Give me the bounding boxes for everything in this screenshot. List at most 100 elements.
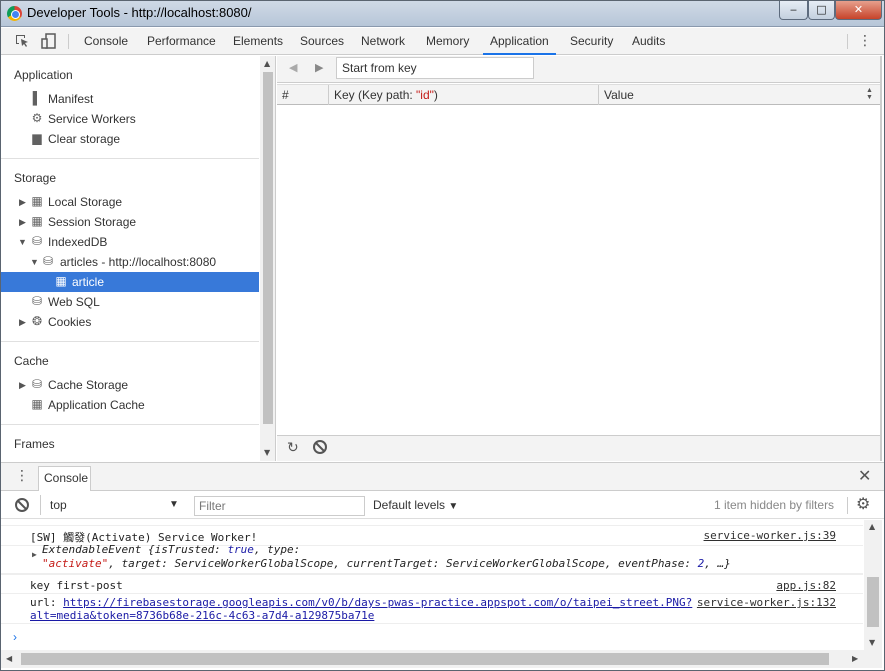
console-filter-input[interactable] bbox=[194, 496, 365, 516]
sidebar-item-application-cache[interactable]: ▦ Application Cache bbox=[1, 395, 259, 415]
sidebar-item-clear-storage[interactable]: ▆ Clear storage bbox=[1, 129, 259, 149]
sidebar-item-local-storage[interactable]: ▶ ▦ Local Storage bbox=[1, 192, 259, 212]
sidebar-item-label: Local Storage bbox=[48, 195, 123, 209]
device-toolbar-icon[interactable] bbox=[41, 33, 57, 49]
minimize-button[interactable]: ‒ bbox=[779, 1, 808, 20]
sidebar-scroll-thumb[interactable] bbox=[263, 72, 273, 424]
column-header-key[interactable]: Key (Key path: "id") bbox=[329, 85, 599, 105]
scroll-right-arrow-icon[interactable]: ▶ bbox=[852, 654, 858, 663]
sidebar-item-service-workers[interactable]: ⚙ Service Workers bbox=[1, 109, 259, 129]
sidebar-item-label: Manifest bbox=[48, 92, 94, 106]
table-header: # Key (Key path: "id") Value ▲ ▼ bbox=[277, 84, 880, 105]
tab-security[interactable]: Security bbox=[570, 28, 613, 55]
event-object-text: , …} bbox=[704, 557, 731, 570]
log-levels-dropdown[interactable]: Default levels ▼ bbox=[373, 495, 458, 517]
grid-icon: ▦ bbox=[31, 194, 43, 208]
message-source-link[interactable]: app.js:82 bbox=[776, 579, 836, 592]
key-column-label: Key (Key path: bbox=[334, 88, 417, 102]
maximize-button[interactable]: □ bbox=[808, 1, 835, 20]
scroll-down-arrow-icon[interactable]: ▼ bbox=[264, 448, 270, 457]
console-settings-gear-icon[interactable]: ⚙ bbox=[856, 496, 870, 514]
console-prompt-icon[interactable]: › bbox=[13, 630, 17, 644]
dropdown-arrow-icon[interactable]: ▼ bbox=[169, 495, 179, 515]
tab-audits[interactable]: Audits bbox=[632, 28, 665, 55]
section-divider bbox=[1, 341, 259, 342]
sidebar-item-indexeddb[interactable]: ▼ ⛁ IndexedDB bbox=[1, 232, 259, 252]
devtools-toolbar: Console Performance Elements Sources Net… bbox=[1, 28, 884, 55]
log-levels-label: Default levels bbox=[373, 498, 446, 512]
sidebar-item-label: Web SQL bbox=[48, 295, 100, 309]
sidebar-item-articles-db[interactable]: ▼ ⛁ articles - http://localhost:8080 bbox=[1, 252, 259, 272]
tab-sources[interactable]: Sources bbox=[300, 28, 344, 55]
tab-memory[interactable]: Memory bbox=[426, 28, 469, 55]
sidebar-item-label: article bbox=[72, 275, 105, 289]
sidebar-item-article[interactable]: ▦ article bbox=[1, 272, 259, 292]
column-header-value[interactable]: Value bbox=[599, 85, 869, 105]
section-divider bbox=[1, 158, 259, 159]
sidebar-item-manifest[interactable]: ▌ Manifest bbox=[1, 89, 259, 109]
database-icon: ⛁ bbox=[31, 377, 43, 391]
tab-elements[interactable]: Elements bbox=[233, 28, 283, 55]
message-text: key first-post bbox=[30, 579, 123, 592]
devtools-window: Developer Tools - http://localhost:8080/… bbox=[0, 0, 885, 671]
scroll-down-arrow-icon[interactable]: ▼ bbox=[869, 638, 875, 647]
expand-arrow-icon[interactable]: ▶ bbox=[19, 312, 26, 332]
scroll-up-arrow-icon[interactable]: ▲ bbox=[869, 522, 875, 531]
drawer-menu-icon[interactable]: ⋮ bbox=[15, 468, 29, 484]
console-toolbar: top ▼ Default levels ▼ 1 item hidden by … bbox=[1, 492, 884, 519]
event-object-text: , target: ServiceWorkerGlobalScope, curr… bbox=[108, 557, 698, 570]
close-window-button[interactable]: ✕ bbox=[835, 1, 882, 20]
tab-application[interactable]: Application bbox=[483, 28, 556, 55]
column-header-number[interactable]: # bbox=[277, 85, 329, 105]
sort-arrows-icon[interactable]: ▲ ▼ bbox=[866, 87, 873, 101]
tab-drawer-console[interactable]: Console bbox=[38, 466, 91, 491]
tab-console[interactable]: Console bbox=[84, 28, 128, 55]
database-icon: ⛁ bbox=[42, 254, 54, 268]
expand-arrow-icon[interactable]: ▶ bbox=[19, 212, 26, 232]
close-drawer-icon[interactable]: ✕ bbox=[858, 468, 871, 484]
sidebar-item-web-sql[interactable]: ⛁ Web SQL bbox=[1, 292, 259, 312]
drawer-tab-bar: ⋮ Console ✕ bbox=[1, 463, 884, 491]
tab-network[interactable]: Network bbox=[361, 28, 405, 55]
inspect-element-icon[interactable] bbox=[14, 33, 30, 49]
hidden-items-info: 1 item hidden by filters bbox=[714, 498, 835, 512]
message-url-link[interactable]: alt=media&token=8736b68e-216c-4c63-a7d4-… bbox=[30, 609, 374, 622]
sidebar-item-label: Service Workers bbox=[48, 112, 136, 126]
next-page-icon[interactable]: ▶ bbox=[315, 61, 323, 74]
console-message: key first-post app.js:82 bbox=[1, 574, 863, 594]
console-message-object: ▶ ExtendableEvent {isTrusted: true, type… bbox=[1, 542, 863, 574]
console-vertical-scrollbar[interactable]: ▲ ▼ bbox=[864, 520, 882, 650]
cookie-icon: ❂ bbox=[31, 314, 43, 328]
message-source-link[interactable]: service-worker.js:132 bbox=[697, 596, 836, 609]
grid-icon: ▦ bbox=[31, 214, 43, 228]
start-from-key-input[interactable] bbox=[336, 57, 534, 79]
more-options-icon[interactable]: ⋮ bbox=[858, 33, 872, 49]
clear-object-store-icon[interactable] bbox=[313, 440, 327, 454]
table-body bbox=[277, 106, 880, 436]
section-heading-storage: Storage bbox=[14, 171, 57, 185]
clear-console-icon[interactable] bbox=[15, 498, 29, 512]
scroll-up-arrow-icon[interactable]: ▲ bbox=[264, 59, 270, 68]
message-url-link[interactable]: https://firebasestorage.googleapis.com/v… bbox=[63, 596, 692, 609]
message-source-link[interactable]: service-worker.js:39 bbox=[704, 529, 836, 542]
console-horizontal-scrollbar[interactable]: ◀ ▶ bbox=[1, 650, 882, 668]
sidebar-item-cache-storage[interactable]: ▶ ⛁ Cache Storage bbox=[1, 375, 259, 395]
context-selector[interactable]: top bbox=[40, 495, 183, 515]
tab-performance[interactable]: Performance bbox=[147, 28, 216, 55]
expand-object-arrow-icon[interactable]: ▶ bbox=[32, 550, 37, 559]
expand-arrow-icon[interactable]: ▶ bbox=[19, 375, 26, 395]
collapse-arrow-icon[interactable]: ▼ bbox=[18, 232, 27, 252]
section-heading-cache: Cache bbox=[14, 354, 49, 368]
scroll-left-arrow-icon[interactable]: ◀ bbox=[6, 654, 12, 663]
expand-arrow-icon[interactable]: ▶ bbox=[19, 192, 26, 212]
console-vertical-scroll-thumb[interactable] bbox=[867, 577, 879, 627]
sidebar-item-session-storage[interactable]: ▶ ▦ Session Storage bbox=[1, 212, 259, 232]
sidebar-item-cookies[interactable]: ▶ ❂ Cookies bbox=[1, 312, 259, 332]
previous-page-icon[interactable]: ◀ bbox=[289, 61, 297, 74]
refresh-icon[interactable]: ↻ bbox=[287, 440, 299, 456]
dropdown-arrow-icon: ▼ bbox=[448, 501, 459, 512]
collapse-arrow-icon[interactable]: ▼ bbox=[30, 252, 39, 272]
toolbar-divider bbox=[847, 497, 848, 514]
sidebar-scrollbar[interactable]: ▲ ▼ bbox=[260, 56, 276, 461]
console-horizontal-scroll-thumb[interactable] bbox=[21, 653, 829, 665]
